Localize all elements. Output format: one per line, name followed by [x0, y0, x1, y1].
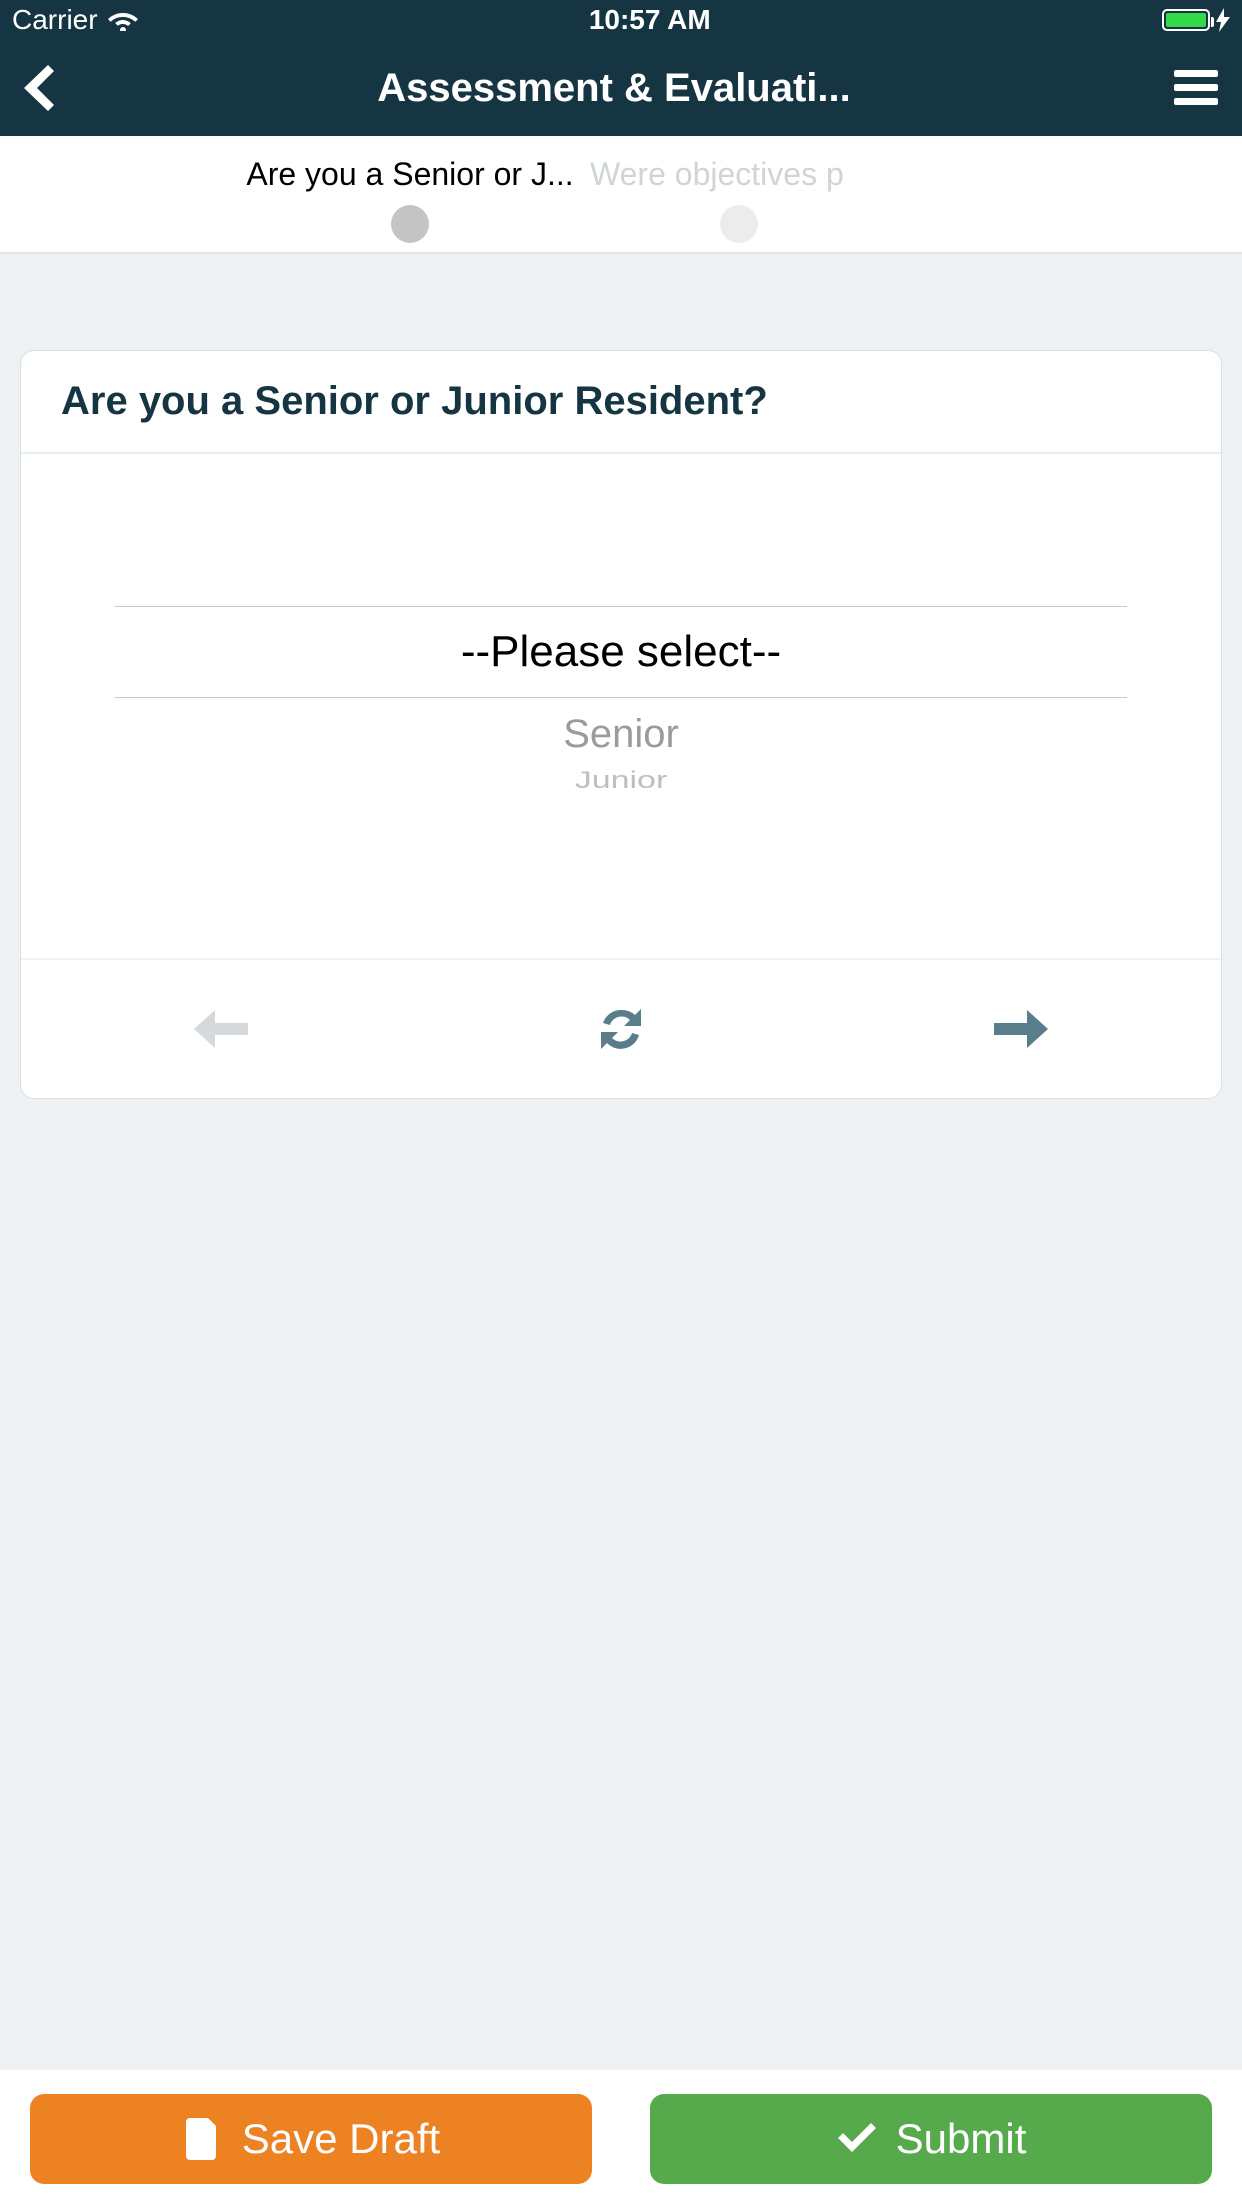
card-nav	[21, 958, 1221, 1098]
nav-bar: Assessment & Evaluati...	[0, 40, 1242, 136]
wifi-icon	[108, 9, 138, 31]
carrier-label: Carrier	[12, 4, 98, 36]
question-title: Are you a Senior or Junior Resident?	[21, 351, 1221, 454]
battery-icon	[1162, 9, 1210, 31]
status-left: Carrier	[12, 4, 138, 36]
prev-question-button[interactable]	[194, 1002, 248, 1056]
picker-selected-value: --Please select--	[115, 607, 1127, 697]
picker-wheel[interactable]: --Please select-- Senior Junior	[115, 606, 1127, 806]
clock: 10:57 AM	[589, 4, 711, 36]
picker-option-2: Junior	[115, 767, 1127, 794]
step-next[interactable]: Were objectives p	[520, 136, 920, 243]
charging-icon	[1216, 8, 1230, 32]
submit-label: Submit	[896, 2115, 1027, 2163]
status-right	[1162, 8, 1230, 32]
next-question-button[interactable]	[994, 1002, 1048, 1056]
status-bar: Carrier 10:57 AM	[0, 0, 1242, 40]
step-dot-current	[391, 205, 429, 243]
menu-button[interactable]	[1174, 70, 1218, 106]
bottom-bar: Save Draft Submit	[0, 2070, 1242, 2208]
page-title: Assessment & Evaluati...	[54, 66, 1174, 111]
check-icon	[836, 2118, 878, 2160]
picker-option-1: Senior	[115, 712, 1127, 757]
save-draft-button[interactable]: Save Draft	[30, 2094, 592, 2184]
step-dot-next	[720, 205, 758, 243]
reset-button[interactable]	[594, 1002, 648, 1056]
step-indicator: Are you a Senior or J... Were objectives…	[0, 136, 1242, 254]
question-card: Are you a Senior or Junior Resident? --P…	[20, 350, 1222, 1099]
page-body: Are you a Senior or Junior Resident? --P…	[0, 254, 1242, 2070]
document-icon	[182, 2118, 224, 2160]
picker-area: --Please select-- Senior Junior	[21, 454, 1221, 958]
step-next-label: Were objectives p	[520, 136, 920, 193]
back-button[interactable]	[24, 65, 54, 111]
save-draft-label: Save Draft	[242, 2115, 440, 2163]
submit-button[interactable]: Submit	[650, 2094, 1212, 2184]
